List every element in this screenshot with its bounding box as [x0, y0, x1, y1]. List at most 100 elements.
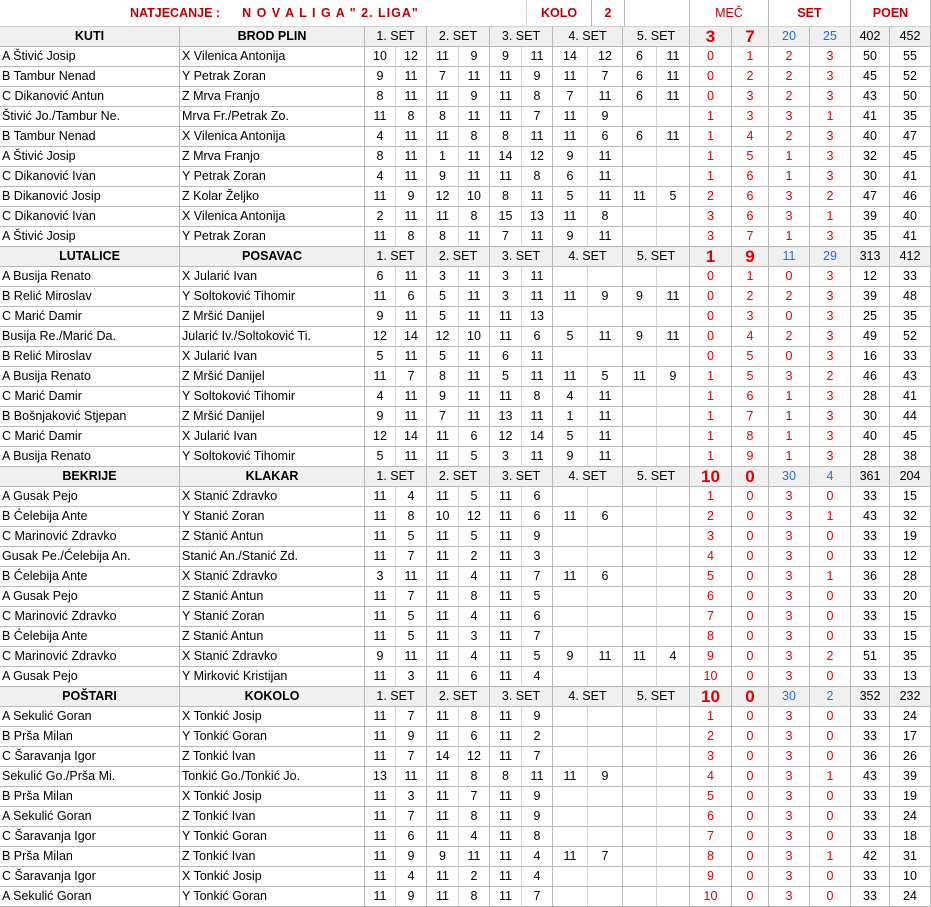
row-poen-away: 15 — [890, 607, 931, 627]
score-cell — [553, 787, 588, 807]
row-poen-away: 55 — [890, 47, 931, 67]
row-poen-home: 33 — [851, 607, 890, 627]
score-cell — [588, 587, 623, 607]
row-poen-away: 19 — [890, 787, 931, 807]
row-set-home: 3 — [769, 207, 810, 227]
match-poen-home: 313 — [851, 247, 890, 267]
row-poen-away: 17 — [890, 727, 931, 747]
score-cell — [657, 207, 690, 227]
score-cell — [657, 547, 690, 567]
row-mec-home: 6 — [690, 587, 732, 607]
row-set-home: 3 — [769, 607, 810, 627]
row-mec-home: 0 — [690, 67, 732, 87]
score-cell: 11 — [365, 667, 396, 687]
league-name: N O V A L I G A " 2. LIGA" — [242, 6, 419, 20]
row-set-home: 3 — [769, 567, 810, 587]
row-poen-away: 15 — [890, 487, 931, 507]
score-cell: 12 — [490, 427, 522, 447]
score-cell: 6 — [553, 167, 588, 187]
row-set-away: 2 — [810, 647, 851, 667]
row-poen-away: 20 — [890, 587, 931, 607]
score-cell: 5 — [657, 187, 690, 207]
score-cell: 11 — [553, 567, 588, 587]
row-set-away: 3 — [810, 87, 851, 107]
score-cell: 9 — [522, 67, 553, 87]
row-set-home: 3 — [769, 867, 810, 887]
row-set-away: 3 — [810, 47, 851, 67]
score-cell: 6 — [459, 427, 490, 447]
score-cell: 14 — [396, 327, 427, 347]
row-set-home: 3 — [769, 487, 810, 507]
score-cell: 11 — [490, 707, 522, 727]
score-cell: 11 — [522, 447, 553, 467]
score-cell — [657, 527, 690, 547]
score-cell — [623, 547, 657, 567]
score-cell: 6 — [396, 827, 427, 847]
score-cell: 4 — [522, 667, 553, 687]
match-mec-away: 0 — [732, 687, 769, 707]
match-mec-away: 9 — [732, 247, 769, 267]
score-cell: 11 — [427, 607, 459, 627]
player-away: X Vilenica Antonija — [180, 47, 365, 67]
score-cell: 8 — [490, 767, 522, 787]
score-cell — [657, 747, 690, 767]
score-cell: 6 — [459, 667, 490, 687]
row-mec-home: 3 — [690, 227, 732, 247]
score-cell: 11 — [365, 367, 396, 387]
row-mec-away: 0 — [732, 767, 769, 787]
row-mec-away: 0 — [732, 487, 769, 507]
score-cell: 6 — [588, 127, 623, 147]
match-set-away: 2 — [810, 687, 851, 707]
row-poen-home: 50 — [851, 47, 890, 67]
score-cell: 9 — [623, 327, 657, 347]
score-cell: 11 — [396, 87, 427, 107]
row-poen-away: 33 — [890, 347, 931, 367]
score-cell: 6 — [623, 127, 657, 147]
player-home: A Gusak Pejo — [0, 667, 180, 687]
row-set-away: 1 — [810, 207, 851, 227]
poen-label: POEN — [851, 0, 931, 27]
score-cell — [657, 447, 690, 467]
set-header-2: 2. SET — [427, 27, 490, 47]
player-away: Z Tonkić Ivan — [180, 747, 365, 767]
score-cell: 6 — [522, 327, 553, 347]
player-away: Stanić An./Stanić Zd. — [180, 547, 365, 567]
row-mec-home: 0 — [690, 327, 732, 347]
row-poen-home: 33 — [851, 807, 890, 827]
score-cell: 9 — [365, 647, 396, 667]
score-cell — [553, 707, 588, 727]
score-cell: 11 — [522, 187, 553, 207]
score-cell: 11 — [365, 727, 396, 747]
score-cell: 11 — [459, 107, 490, 127]
row-mec-away: 4 — [732, 127, 769, 147]
row-mec-away: 0 — [732, 747, 769, 767]
row-mec-home: 0 — [690, 347, 732, 367]
score-cell: 4 — [396, 487, 427, 507]
score-cell: 11 — [522, 47, 553, 67]
score-cell: 11 — [657, 327, 690, 347]
score-cell — [657, 867, 690, 887]
row-poen-home: 33 — [851, 547, 890, 567]
score-cell — [588, 607, 623, 627]
row-set-away: 0 — [810, 827, 851, 847]
player-home: B Prša Milan — [0, 787, 180, 807]
score-cell: 11 — [396, 407, 427, 427]
score-cell: 11 — [588, 387, 623, 407]
player-home: B Ćelebija Ante — [0, 627, 180, 647]
score-cell — [553, 347, 588, 367]
row-set-away: 3 — [810, 227, 851, 247]
score-cell — [657, 847, 690, 867]
score-cell: 8 — [396, 227, 427, 247]
player-home: B Prša Milan — [0, 727, 180, 747]
row-poen-away: 48 — [890, 287, 931, 307]
score-cell: 11 — [427, 707, 459, 727]
row-poen-home: 36 — [851, 747, 890, 767]
player-home: A Gusak Pejo — [0, 587, 180, 607]
score-cell: 11 — [657, 67, 690, 87]
score-cell: 9 — [588, 287, 623, 307]
score-cell: 10 — [459, 187, 490, 207]
row-set-home: 3 — [769, 587, 810, 607]
score-cell: 11 — [365, 747, 396, 767]
row-mec-away: 0 — [732, 627, 769, 647]
row-set-home: 3 — [769, 667, 810, 687]
